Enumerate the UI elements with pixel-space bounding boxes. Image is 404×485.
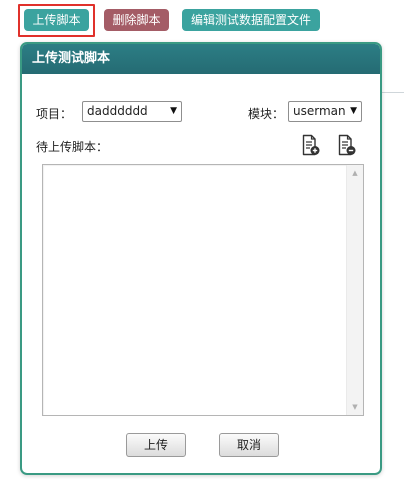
upload-script-dialog: 上传测试脚本 项目： dadddddd ▼ 模块： userman ▼ 待上传脚… — [20, 42, 382, 475]
dialog-title: 上传测试脚本 — [32, 51, 111, 66]
module-select-value: userman — [293, 104, 346, 118]
upload-script-button[interactable]: 上传脚本 — [24, 9, 89, 31]
edit-test-data-config-button[interactable]: 编辑测试数据配置文件 — [182, 9, 320, 31]
scripts-to-upload-label: 待上传脚本： — [36, 140, 109, 154]
module-label: 模块： — [248, 107, 285, 121]
scroll-up-icon[interactable]: ▲ — [347, 165, 363, 181]
delete-script-button[interactable]: 删除脚本 — [104, 9, 169, 31]
file-add-icon[interactable] — [302, 134, 320, 156]
file-remove-icon[interactable] — [338, 134, 356, 156]
chevron-down-icon: ▼ — [350, 106, 357, 116]
project-select[interactable]: dadddddd ▼ — [82, 101, 182, 122]
module-select[interactable]: userman ▼ — [288, 101, 362, 122]
textarea-scrollbar[interactable]: ▲ ▼ — [346, 165, 363, 415]
project-label: 项目： — [36, 107, 73, 121]
script-list-textarea[interactable]: ▲ ▼ — [42, 164, 364, 416]
cancel-button[interactable]: 取消 — [219, 433, 279, 457]
project-select-value: dadddddd — [87, 104, 148, 118]
scroll-down-icon[interactable]: ▼ — [347, 399, 363, 415]
chevron-down-icon: ▼ — [170, 106, 177, 116]
upload-submit-button[interactable]: 上传 — [126, 433, 186, 457]
dialog-header[interactable]: 上传测试脚本 — [22, 44, 380, 74]
